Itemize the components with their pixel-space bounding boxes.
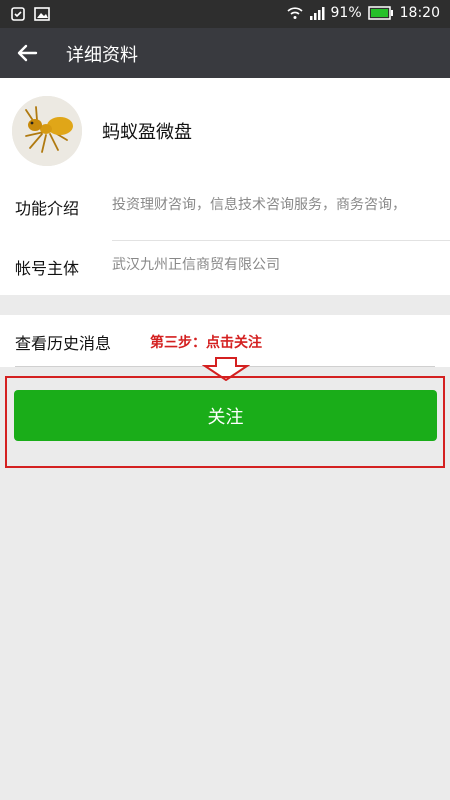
- account-owner-label: 帐号主体: [15, 259, 80, 278]
- account-owner-value: 武汉九州正信商贸有限公司: [112, 257, 280, 273]
- info-divider: [112, 240, 450, 241]
- clock: 18:20: [399, 5, 440, 21]
- status-bar: 91% 18:20: [0, 0, 450, 28]
- image-icon: [34, 7, 50, 21]
- wifi-icon: [286, 7, 303, 19]
- history-messages-label: 查看历史消息: [15, 334, 112, 353]
- back-button[interactable]: [10, 36, 44, 70]
- profile-header: 蚂蚁盈微盘: [0, 78, 450, 183]
- signal-icon: [309, 7, 325, 20]
- battery-icon: [367, 6, 393, 20]
- back-arrow-icon: [17, 44, 38, 62]
- account-info: 功能介绍 投资理财咨询，信息技术咨询服务，商务咨询， 帐号主体 武汉九州正信商贸…: [0, 183, 450, 295]
- status-right: 91% 18:20: [286, 5, 440, 21]
- avatar[interactable]: [12, 96, 82, 166]
- notification-icon: [11, 7, 25, 21]
- step-annotation: 第三步：点击关注: [150, 335, 262, 351]
- battery-percent: 91%: [330, 5, 362, 21]
- ant-icon: [12, 96, 82, 166]
- nav-bar: 详细资料: [0, 28, 450, 78]
- intro-value: 投资理财咨询，信息技术咨询服务，商务咨询，: [112, 197, 406, 213]
- intro-label: 功能介绍: [15, 199, 80, 218]
- status-left: [10, 6, 50, 22]
- page-title: 详细资料: [66, 45, 138, 66]
- account-name: 蚂蚁盈微盘: [102, 122, 192, 143]
- follow-button[interactable]: 关注: [14, 390, 437, 441]
